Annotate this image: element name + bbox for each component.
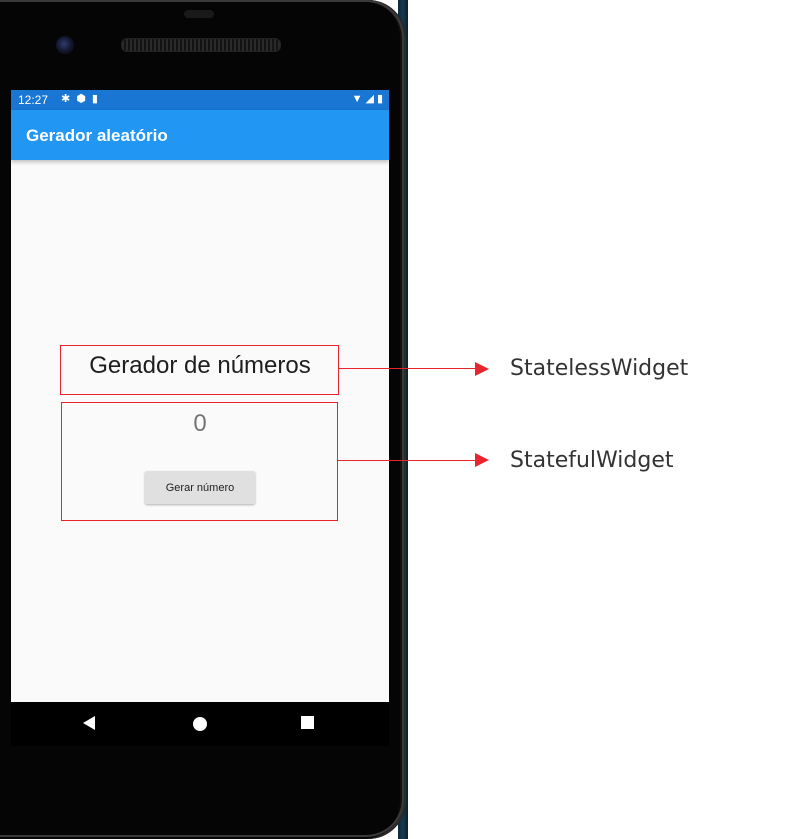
front-camera [56, 36, 74, 54]
earpiece-speaker [121, 38, 281, 52]
status-time: 12:27 [18, 93, 49, 107]
app-title: Gerador aleatório [26, 126, 168, 145]
status-bar: 12:27 ✱ ⬢ ▮ ▼ ◢ ▮ [11, 90, 389, 110]
battery-icon: ▮ [376, 93, 383, 105]
back-icon[interactable] [83, 716, 95, 730]
sd-card-icon: ▮ [91, 93, 98, 105]
phone-screen: 12:27 ✱ ⬢ ▮ ▼ ◢ ▮ Gerador aleatório Gera… [11, 90, 389, 702]
stateless-widget-label: StatelessWidget [510, 356, 689, 381]
stateful-connector-line [338, 460, 475, 461]
recents-icon[interactable] [301, 716, 314, 729]
phone-notch [184, 10, 214, 18]
status-icons-left: ✱ ⬢ ▮ [61, 92, 98, 106]
stateless-highlight-box [60, 345, 339, 395]
signal-icon: ◢ [365, 93, 374, 105]
stateful-widget-label: StatefulWidget [510, 448, 674, 473]
stateless-arrow-icon [475, 362, 489, 376]
app-bar: Gerador aleatório [11, 110, 389, 160]
stateful-highlight-box [61, 402, 338, 521]
stateful-arrow-icon [475, 453, 489, 467]
wifi-icon: ▼ [351, 93, 363, 105]
status-icons-right: ▼ ◢ ▮ [352, 92, 383, 106]
settings-icon: ✱ [61, 93, 71, 105]
stateless-connector-line [339, 368, 475, 369]
shield-icon: ⬢ [76, 93, 86, 105]
navigation-bar [11, 702, 389, 746]
home-icon[interactable] [193, 717, 207, 731]
